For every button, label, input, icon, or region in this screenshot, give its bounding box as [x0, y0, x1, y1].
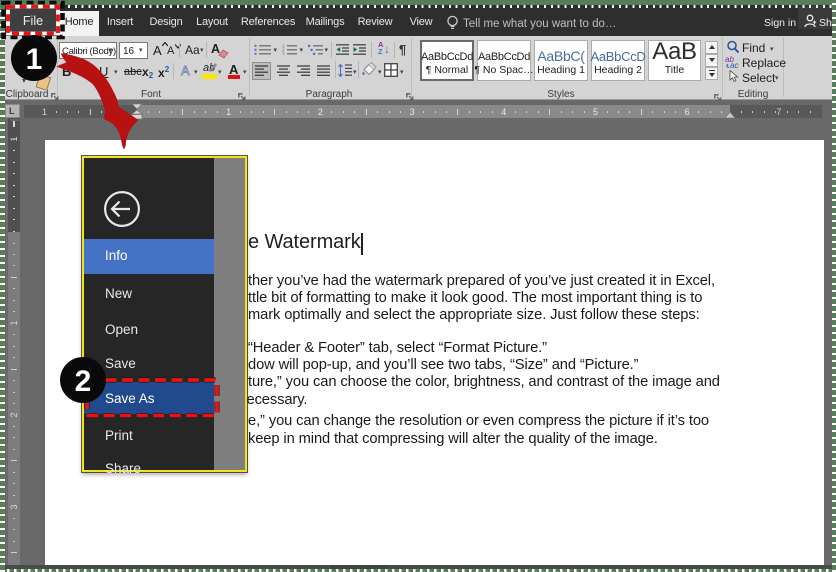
- svg-text:3: 3: [282, 51, 285, 55]
- svg-text:ac: ac: [730, 61, 738, 69]
